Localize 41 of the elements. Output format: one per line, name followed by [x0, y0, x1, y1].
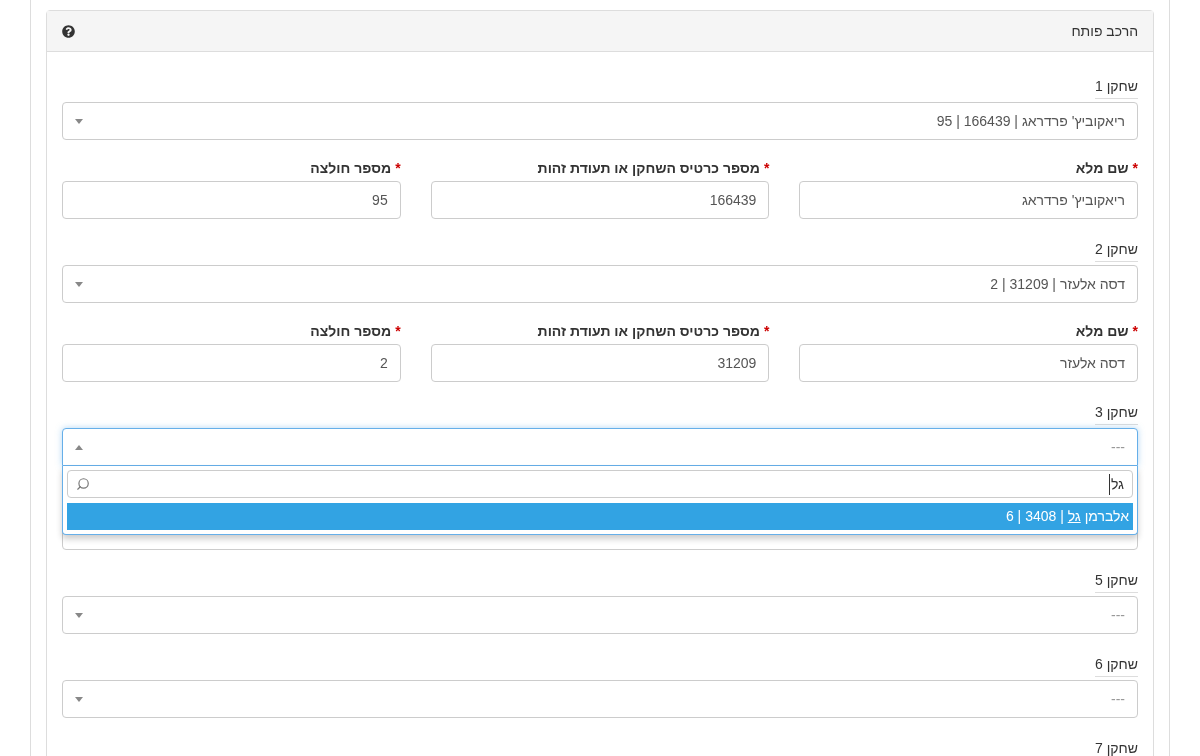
player-label: שחקן 3: [1095, 402, 1138, 425]
caret-icon: [75, 612, 83, 618]
required-mark: *: [395, 158, 401, 178]
input-field[interactable]: 95: [62, 181, 401, 219]
caret-icon: [75, 281, 83, 287]
select-value: ריאקוביץ' פרדראג | 166439 | 95: [936, 111, 1125, 131]
search-field[interactable]: גל: [67, 470, 1133, 498]
panel-title: הרכב פותח: [1071, 21, 1138, 41]
help-icon[interactable]: [62, 24, 75, 38]
required-mark: *: [395, 321, 401, 341]
required-mark: *: [1132, 158, 1138, 178]
select-placeholder: ---: [1111, 437, 1125, 457]
required-mark: *: [763, 158, 770, 178]
field-label: שם מלא: [1075, 158, 1129, 178]
caret-icon: [75, 118, 83, 124]
field-label: מספר חולצה: [310, 321, 392, 341]
required-mark: *: [1132, 321, 1138, 341]
search-icon: [76, 477, 90, 491]
caret-icon: [75, 696, 83, 702]
input-field[interactable]: דסה אלעזר: [799, 344, 1138, 382]
select-placeholder: ---: [1111, 689, 1125, 709]
select-field[interactable]: ריאקוביץ' פרדראג | 166439 | 95: [62, 102, 1138, 140]
select-field[interactable]: דסה אלעזר | 31209 | 2: [62, 265, 1138, 303]
field-label: מספר כרטיס השחקן או תעודת זהות: [537, 321, 760, 341]
select-placeholder: ---: [1111, 605, 1125, 625]
search-value: גל: [1108, 473, 1124, 495]
input-field[interactable]: 31209: [430, 344, 770, 382]
input-field[interactable]: 166439: [430, 181, 770, 219]
field-label: מספר כרטיס השחקן או תעודת זהות: [537, 158, 760, 178]
select-value: דסה אלעזר | 31209 | 2: [990, 274, 1125, 294]
player-label: שחקן 7: [1095, 738, 1138, 756]
required-mark: *: [763, 321, 770, 341]
input-field[interactable]: 2: [62, 344, 401, 382]
player-label: שחקן 6: [1095, 654, 1138, 677]
field-label: מספר חולצה: [310, 158, 392, 178]
player-label: שחקן 1: [1095, 76, 1138, 99]
input-field[interactable]: ריאקוביץ' פרדראג: [799, 181, 1138, 219]
caret-icon: [75, 444, 83, 450]
player-label: שחקן 2: [1095, 239, 1138, 262]
field-label: שם מלא: [1075, 321, 1129, 341]
player-label: שחקן 5: [1095, 570, 1138, 593]
